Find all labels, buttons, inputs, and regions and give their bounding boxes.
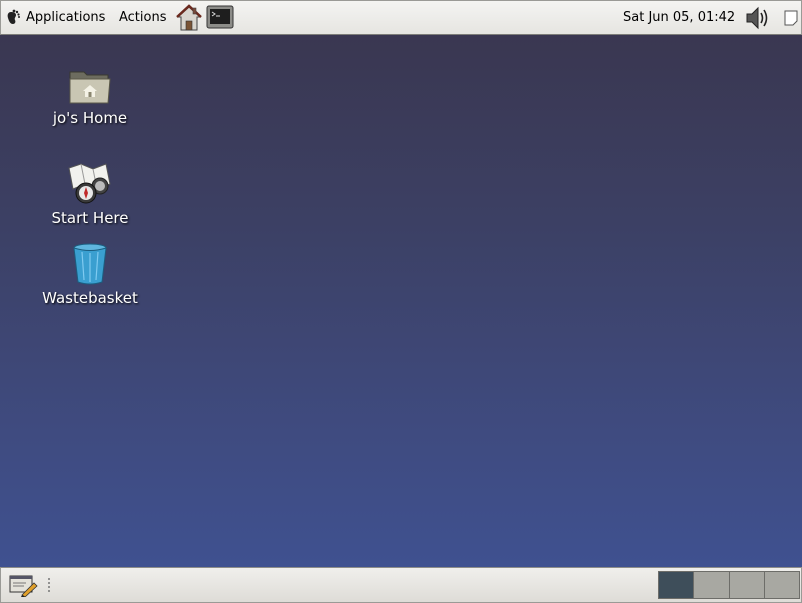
- workspace-3[interactable]: [729, 572, 765, 598]
- notification-area-icon: [784, 10, 798, 25]
- home-folder-icon: [176, 3, 202, 30]
- map-compass-icon: [68, 163, 111, 204]
- show-desktop-icon: [9, 575, 38, 597]
- terminal-icon: [206, 5, 234, 28]
- show-desktop-button[interactable]: [7, 572, 39, 598]
- actions-menu[interactable]: Actions: [119, 1, 167, 34]
- gnome-foot-icon[interactable]: [5, 1, 23, 34]
- workspace-switcher[interactable]: [658, 571, 800, 599]
- desktop-icon-start-here[interactable]: Start Here: [30, 160, 150, 227]
- desktop-icon-home[interactable]: jo's Home: [30, 60, 150, 127]
- desktop-icon-wastebasket-label: Wastebasket: [42, 289, 138, 307]
- workspace-2[interactable]: [694, 572, 730, 598]
- clock-label: Sat Jun 05, 01:42: [623, 10, 736, 25]
- trash-icon: [73, 243, 107, 285]
- desktop-icon-home-label: jo's Home: [52, 109, 128, 127]
- home-folder-launcher[interactable]: [174, 1, 204, 34]
- applications-menu-label: Applications: [26, 10, 106, 25]
- bottom-panel: [0, 567, 802, 603]
- notification-area[interactable]: [782, 1, 800, 34]
- workspace-1[interactable]: [659, 572, 695, 598]
- applications-menu[interactable]: Applications: [26, 1, 105, 34]
- top-panel: Applications Actions Sat Jun 05, 01:42: [0, 0, 802, 35]
- volume-control[interactable]: [743, 1, 773, 34]
- actions-menu-label: Actions: [119, 10, 167, 25]
- panel-drag-handle[interactable]: [47, 573, 51, 597]
- desktop-icon-wastebasket[interactable]: Wastebasket: [30, 240, 150, 307]
- home-folder-icon: [69, 71, 111, 104]
- desktop-icon-start-here-label: Start Here: [51, 209, 129, 227]
- workspace-4[interactable]: [764, 572, 799, 598]
- desktop[interactable]: jo's Home Start Here Wastebasket: [0, 35, 802, 567]
- speaker-volume-icon: [746, 6, 768, 29]
- clock[interactable]: Sat Jun 05, 01:42: [623, 1, 735, 34]
- terminal-launcher[interactable]: [205, 1, 235, 34]
